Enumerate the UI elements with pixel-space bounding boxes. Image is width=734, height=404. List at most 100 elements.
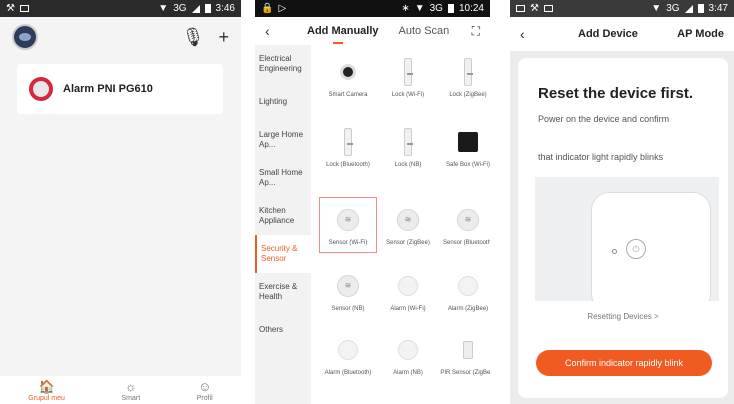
pir-sensor-icon bbox=[463, 341, 473, 359]
device-name: Alarm PNI PG610 bbox=[63, 83, 153, 95]
network-label: 3G bbox=[666, 3, 680, 14]
door-lock-icon bbox=[344, 128, 353, 156]
device-item-sensor-zigbee[interactable]: ≋ Sensor (ZigBee) bbox=[379, 205, 437, 247]
reset-instructions-card: Reset the device first. Power on the dev… bbox=[518, 58, 728, 398]
sensor-icon: ≋ bbox=[397, 209, 419, 231]
device-card[interactable]: Alarm PNI PG610 bbox=[17, 64, 223, 114]
device-grid: Smart Camera Lock (Wi-Fi) Lock (ZigBee) … bbox=[311, 45, 490, 404]
confirm-blink-button[interactable]: Confirm indicator rapidly blink bbox=[536, 350, 712, 376]
device-label: Sensor (ZigBee) bbox=[386, 240, 430, 246]
device-label: Lock (Bluetooth) bbox=[326, 162, 370, 168]
image-icon bbox=[516, 5, 525, 12]
tab-smart[interactable]: ☼ Smart bbox=[121, 380, 140, 402]
network-label: 3G bbox=[429, 3, 443, 14]
sensor-icon: ≋ bbox=[337, 209, 359, 231]
ap-mode-button[interactable]: AP Mode bbox=[677, 28, 724, 40]
image-icon bbox=[543, 5, 553, 12]
device-item-lock-bluetooth[interactable]: Lock (Bluetooth) bbox=[319, 127, 377, 169]
lock-icon: 🔒 bbox=[261, 3, 274, 14]
notification-icon: ⚒ bbox=[530, 3, 539, 14]
device-item-alarm-zigbee[interactable]: Alarm (ZigBee) bbox=[439, 271, 490, 313]
sidebar-item-security[interactable]: Security & Sensor bbox=[255, 235, 311, 273]
device-item-lock-zigbee[interactable]: Lock (ZigBee) bbox=[439, 57, 490, 99]
sidebar-item-large-home[interactable]: Large Home Ap... bbox=[255, 121, 311, 159]
device-label: Alarm (ZigBee) bbox=[447, 306, 489, 312]
device-label: PIR Sensor (ZigBee) bbox=[440, 370, 490, 376]
notification-icon: ⚒ bbox=[6, 3, 15, 14]
wifi-icon: ▼ bbox=[414, 3, 425, 14]
device-label: Safe Box (Wi-Fi) bbox=[445, 162, 490, 168]
device-illustration: ⏻ bbox=[535, 177, 719, 301]
door-lock-icon bbox=[464, 58, 473, 86]
device-label: Lock (Wi-Fi) bbox=[391, 92, 425, 98]
resetting-devices-link[interactable]: Resetting Devices > bbox=[518, 312, 728, 321]
camera-icon bbox=[340, 64, 356, 80]
home-icon: 🏠 bbox=[38, 379, 55, 394]
alarm-icon bbox=[398, 276, 418, 296]
device-item-safe-box[interactable]: Safe Box (Wi-Fi) bbox=[439, 127, 490, 169]
page-title: Add Device bbox=[578, 28, 638, 40]
play-icon: ▷ bbox=[278, 3, 287, 14]
add-device-header: ‹ Add Manually Auto Scan ⛶ bbox=[255, 17, 490, 45]
alarm-icon bbox=[338, 340, 358, 360]
phone-home-screen: ⚒ ▼ 3G 3:46 🎙 + Alarm PNI PG610 🏠 Grupul m… bbox=[0, 0, 241, 404]
device-label: Lock (NB) bbox=[394, 162, 422, 168]
device-item-alarm-bluetooth[interactable]: Alarm (Bluetooth) bbox=[319, 335, 377, 377]
device-label: Sensor (Bluetooth) bbox=[442, 240, 490, 246]
sidebar-item-others[interactable]: Others bbox=[255, 311, 311, 349]
tab-profile-label: Profil bbox=[196, 395, 213, 402]
tab-profile[interactable]: ☺ Profil bbox=[197, 380, 213, 402]
sidebar-item-lighting[interactable]: Lighting bbox=[255, 83, 311, 121]
bottom-tab-bar: 🏠 Grupul meu ☼ Smart ☺ Profil bbox=[0, 376, 241, 404]
sensor-icon: ≋ bbox=[337, 275, 359, 297]
sidebar-item-electrical[interactable]: Electrical Engineering bbox=[255, 45, 311, 83]
device-label: Sensor (Wi-Fi) bbox=[328, 240, 368, 246]
status-time: 10:24 bbox=[458, 3, 484, 14]
device-item-alarm-nb[interactable]: Alarm (NB) bbox=[379, 335, 437, 377]
back-icon[interactable]: ‹ bbox=[265, 23, 285, 39]
device-item-sensor-bluetooth[interactable]: ≋ Sensor (Bluetooth) bbox=[439, 205, 490, 247]
sidebar-item-exercise[interactable]: Exercise & Health bbox=[255, 273, 311, 311]
alarm-siren-icon bbox=[29, 77, 53, 101]
avatar[interactable] bbox=[12, 24, 38, 50]
tab-smart-label: Smart bbox=[121, 395, 141, 402]
add-icon[interactable]: + bbox=[218, 27, 229, 48]
tab-auto-scan[interactable]: Auto Scan bbox=[399, 25, 450, 37]
home-header: 🎙 + bbox=[0, 17, 241, 57]
add-device-body: Electrical Engineering Lighting Large Ho… bbox=[255, 45, 490, 404]
sidebar-item-small-home[interactable]: Small Home Ap... bbox=[255, 159, 311, 197]
device-item-sensor-nb[interactable]: ≋ Sensor (NB) bbox=[319, 271, 377, 313]
status-bar: 🔒 ▷ ∗ ▼ 3G 10:24 bbox=[255, 0, 490, 17]
device-item-lock-nb[interactable]: Lock (NB) bbox=[379, 127, 437, 169]
alarm-icon bbox=[458, 276, 478, 296]
status-time: 3:47 bbox=[708, 3, 728, 14]
status-bar: ⚒ ▼ 3G 3:47 bbox=[510, 0, 734, 17]
device-item-alarm-wifi[interactable]: Alarm (Wi-Fi) bbox=[379, 271, 437, 313]
network-label: 3G bbox=[173, 3, 187, 14]
device-label: Smart Camera bbox=[328, 92, 368, 98]
scan-icon[interactable]: ⛶ bbox=[472, 24, 480, 39]
sensor-icon: ≋ bbox=[457, 209, 479, 231]
tab-home[interactable]: 🏠 Grupul meu bbox=[28, 380, 65, 402]
status-time: 3:46 bbox=[215, 3, 235, 14]
device-item-sensor-wifi[interactable]: ≋ Sensor (Wi-Fi) bbox=[319, 205, 377, 247]
category-sidebar: Electrical Engineering Lighting Large Ho… bbox=[255, 45, 311, 404]
back-icon[interactable]: ‹ bbox=[520, 26, 540, 42]
power-icon: ⏻ bbox=[626, 239, 646, 259]
device-item-smart-camera[interactable]: Smart Camera bbox=[319, 57, 377, 99]
wifi-icon: ▼ bbox=[158, 3, 169, 14]
battery-icon bbox=[204, 4, 211, 13]
instruction-line-1: Power on the device and confirm bbox=[538, 114, 670, 124]
device-label: Alarm (Wi-Fi) bbox=[390, 306, 426, 312]
microphone-icon[interactable]: 🎙 bbox=[182, 27, 205, 48]
wifi-icon: ▼ bbox=[651, 3, 662, 14]
device-item-pir-sensor[interactable]: PIR Sensor (ZigBee) bbox=[439, 335, 490, 377]
tab-add-manually[interactable]: Add Manually bbox=[307, 25, 379, 44]
reset-heading: Reset the device first. bbox=[538, 85, 694, 102]
sidebar-item-kitchen[interactable]: Kitchen Appliance bbox=[255, 197, 311, 235]
status-bar: ⚒ ▼ 3G 3:46 bbox=[0, 0, 241, 17]
indicator-light bbox=[612, 249, 617, 254]
door-lock-icon bbox=[404, 128, 413, 156]
battery-icon bbox=[447, 4, 454, 13]
device-item-lock-wifi[interactable]: Lock (Wi-Fi) bbox=[379, 57, 437, 99]
